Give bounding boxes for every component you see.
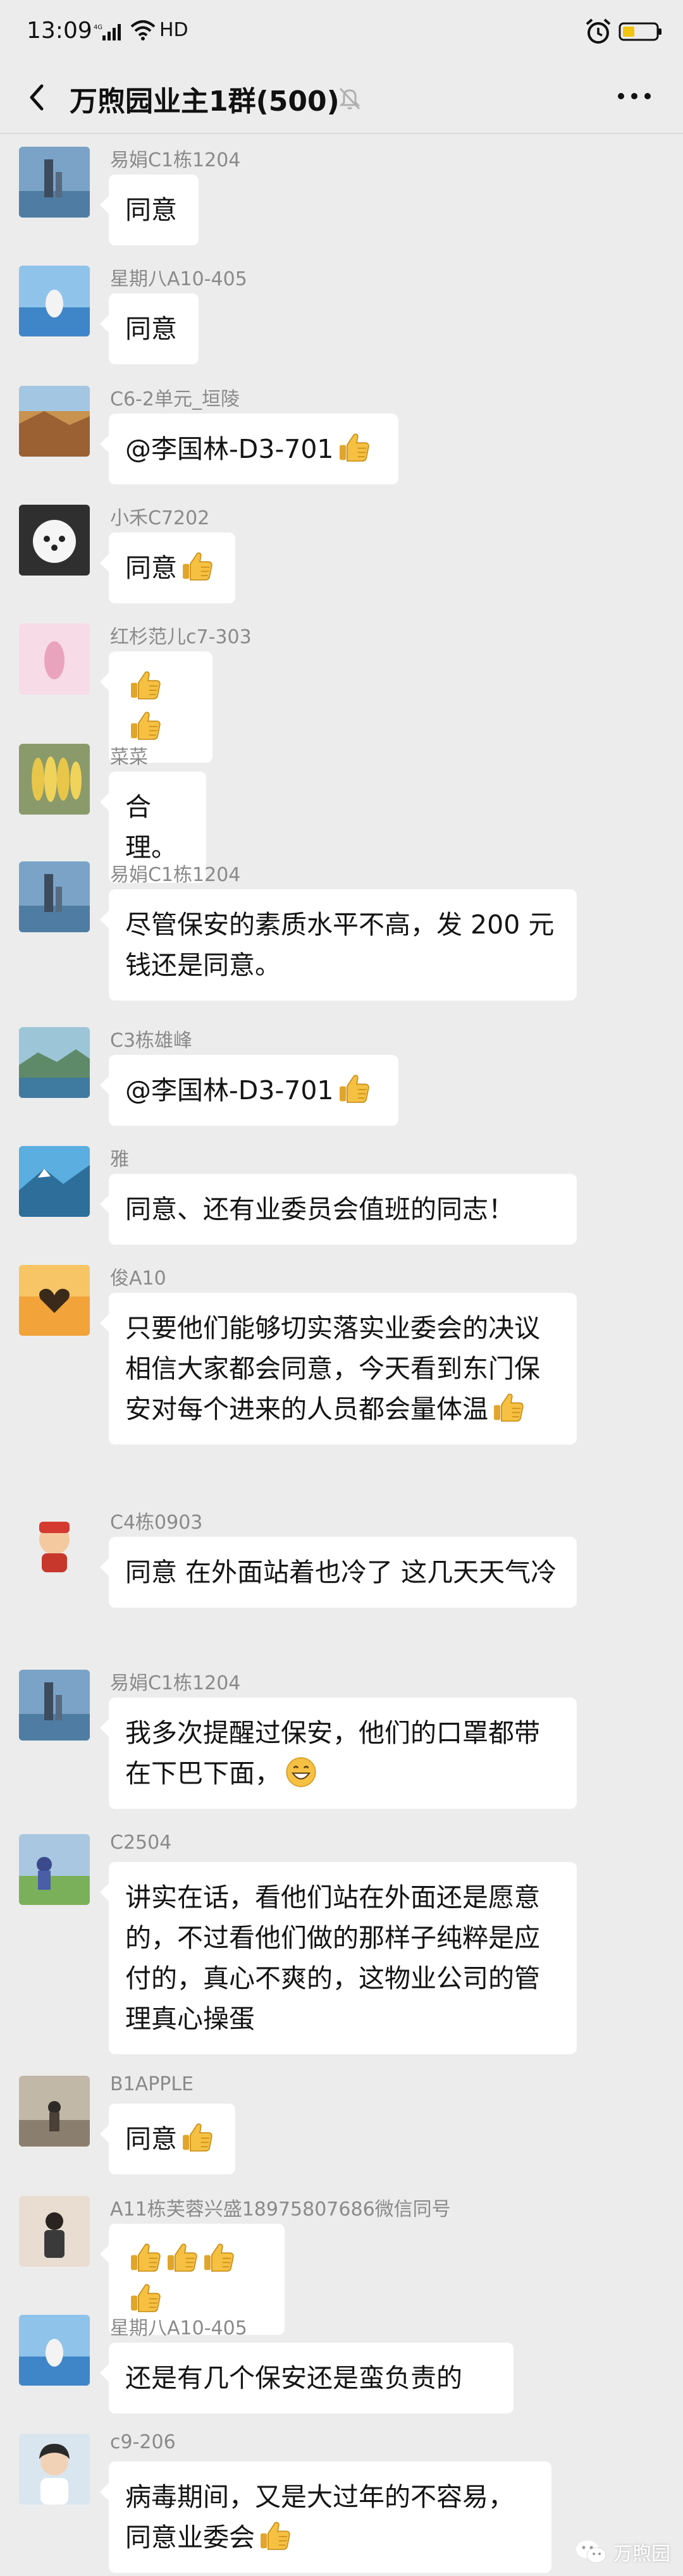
message-bubble[interactable]: 讲实在话，看他们站在外面还是愿意的，不过看他们做的那样子纯粹是应付的，真心不爽的… bbox=[100, 1862, 577, 2054]
sender-name: 菜菜 bbox=[110, 746, 148, 768]
sender-name: 星期八A10-405 bbox=[110, 268, 247, 290]
grinning-emoji-icon bbox=[285, 1756, 317, 1789]
chat-header: 万煦园业主1群(500) bbox=[0, 63, 683, 133]
thumbs-up-emoji-icon bbox=[336, 1071, 371, 1106]
sender-name: 星期八A10-405 bbox=[110, 2317, 247, 2339]
user-avatar[interactable] bbox=[19, 744, 90, 815]
sender-name: 俊A10 bbox=[110, 1267, 166, 1290]
sender-name: C6-2单元_垣陵 bbox=[110, 388, 240, 410]
user-avatar[interactable] bbox=[19, 861, 90, 932]
battery-icon bbox=[618, 22, 661, 41]
message-bubble[interactable]: 只要他们能够切实落实业委会的决议相信大家都会同意，今天看到东门保安对每个进来的人… bbox=[100, 1293, 577, 1445]
sender-name: 红杉范儿c7-303 bbox=[110, 626, 252, 648]
message-text: @李国林-D3-701 bbox=[125, 434, 334, 464]
message-text: 同意 bbox=[125, 314, 177, 344]
thumbs-up-emoji-icon bbox=[128, 708, 162, 743]
user-avatar[interactable] bbox=[19, 1670, 90, 1741]
message-text: 同意、还有业委员会值班的同志！ bbox=[125, 1194, 514, 1224]
message-bubble[interactable]: 同意 bbox=[100, 2104, 235, 2174]
back-arrow-icon[interactable] bbox=[19, 78, 57, 116]
message-bubble[interactable]: 同意、还有业委员会值班的同志！ bbox=[100, 1174, 577, 1245]
message-text: 同意 bbox=[125, 553, 177, 583]
user-avatar[interactable] bbox=[19, 386, 90, 457]
user-avatar[interactable] bbox=[19, 1509, 90, 1580]
message-bubble[interactable]: 尽管保安的素质水平不高，发 200 元钱还是同意。 bbox=[100, 889, 577, 1001]
sender-name: C2504 bbox=[110, 1832, 172, 1854]
thumbs-up-emoji-icon bbox=[128, 2240, 162, 2274]
header-divider bbox=[0, 133, 683, 134]
sender-name: 雅 bbox=[110, 1149, 129, 1171]
message-text: 同意 bbox=[125, 195, 177, 225]
message-text: 我多次提醒过保安，他们的口罩都带在下巴下面， bbox=[125, 1718, 540, 1789]
user-avatar[interactable] bbox=[19, 147, 90, 218]
sender-name: 易娟C1栋1204 bbox=[110, 864, 241, 886]
message-text: 合理。 bbox=[125, 792, 177, 863]
message-text: 还是有几个保安还是蛮负责的 bbox=[125, 2363, 462, 2393]
thumbs-up-emoji-icon bbox=[336, 430, 371, 464]
more-dots-icon[interactable] bbox=[612, 83, 656, 109]
message-bubble[interactable]: 病毒期间，又是大过年的不容易，同意业委会 bbox=[100, 2462, 551, 2573]
message-bubble[interactable]: 我多次提醒过保安，他们的口罩都带在下巴下面， bbox=[100, 1698, 577, 1809]
message-bubble[interactable]: @李国林-D3-701 bbox=[100, 1055, 398, 1126]
sender-name: A11栋芙蓉兴盛18975807686微信同号 bbox=[110, 2198, 451, 2221]
signal-icon: 4G bbox=[94, 24, 121, 40]
message-bubble[interactable]: 同意 bbox=[100, 175, 199, 245]
thumbs-up-emoji-icon bbox=[164, 2240, 199, 2274]
sender-name: C3栋雄峰 bbox=[110, 1030, 193, 1052]
sender-name: c9-206 bbox=[110, 2431, 176, 2453]
user-avatar[interactable] bbox=[19, 505, 90, 576]
watermark: 万煦园 bbox=[574, 2538, 670, 2566]
user-avatar[interactable] bbox=[19, 624, 90, 694]
wifi-icon bbox=[130, 20, 156, 40]
user-avatar[interactable] bbox=[19, 2196, 90, 2267]
message-text: @李国林-D3-701 bbox=[125, 1075, 334, 1106]
wechat-icon bbox=[576, 2541, 606, 2563]
message-text: 尽管保安的素质水平不高，发 200 元钱还是同意。 bbox=[125, 909, 555, 980]
sender-name: 小禾C7202 bbox=[110, 507, 210, 529]
message-bubble[interactable]: 同意 bbox=[100, 293, 199, 364]
thumbs-up-emoji-icon bbox=[491, 1390, 525, 1424]
thumbs-up-emoji-icon bbox=[201, 2240, 235, 2274]
message-text: 同意 在外面站着也冷了 这几天天气冷 bbox=[125, 1557, 557, 1587]
sender-name: B1APPLE bbox=[110, 2073, 194, 2095]
message-bubble[interactable]: @李国林-D3-701 bbox=[100, 414, 398, 484]
sender-name: 易娟C1栋1204 bbox=[110, 149, 241, 171]
message-text: 同意 bbox=[125, 2124, 177, 2154]
watermark-text: 万煦园 bbox=[613, 2543, 670, 2565]
message-bubble[interactable]: 同意 bbox=[100, 533, 235, 603]
message-bubble[interactable]: 还是有几个保安还是蛮负责的 bbox=[100, 2343, 514, 2413]
message-bubble[interactable]: 同意 在外面站着也冷了 这几天天气冷 bbox=[100, 1537, 577, 1608]
user-avatar[interactable] bbox=[19, 1834, 90, 1905]
alarm-icon bbox=[586, 18, 611, 44]
user-avatar[interactable] bbox=[19, 1027, 90, 1098]
message-text: 只要他们能够切实落实业委会的决议相信大家都会同意，今天看到东门保安对每个进来的人… bbox=[125, 1313, 540, 1424]
message-text: 病毒期间，又是大过年的不容易，同意业委会 bbox=[125, 2482, 514, 2553]
user-avatar[interactable] bbox=[19, 1265, 90, 1336]
status-time: 13:09 bbox=[27, 18, 92, 44]
user-avatar[interactable] bbox=[19, 2315, 90, 2386]
svg-text:4G: 4G bbox=[94, 24, 102, 31]
thumbs-up-emoji-icon bbox=[180, 2120, 214, 2154]
chat-title: 万煦园业主1群(500) bbox=[70, 85, 340, 118]
thumbs-up-emoji-icon bbox=[128, 668, 162, 702]
mute-bell-icon bbox=[339, 87, 360, 110]
status-bar: 13:09 4G HD bbox=[0, 0, 683, 63]
sender-name: C4栋0903 bbox=[110, 1512, 203, 1534]
thumbs-up-emoji-icon bbox=[180, 549, 214, 583]
user-avatar[interactable] bbox=[19, 2076, 90, 2147]
network-label: HD bbox=[159, 19, 188, 41]
sender-name: 易娟C1栋1204 bbox=[110, 1672, 241, 1694]
user-avatar[interactable] bbox=[19, 266, 90, 336]
thumbs-up-emoji-icon bbox=[128, 2281, 162, 2315]
user-avatar[interactable] bbox=[19, 1146, 90, 1217]
user-avatar[interactable] bbox=[19, 2434, 90, 2505]
thumbs-up-emoji-icon bbox=[257, 2518, 292, 2553]
message-text: 讲实在话，看他们站在外面还是愿意的，不过看他们做的那样子纯粹是应付的，真心不爽的… bbox=[125, 1882, 540, 2034]
